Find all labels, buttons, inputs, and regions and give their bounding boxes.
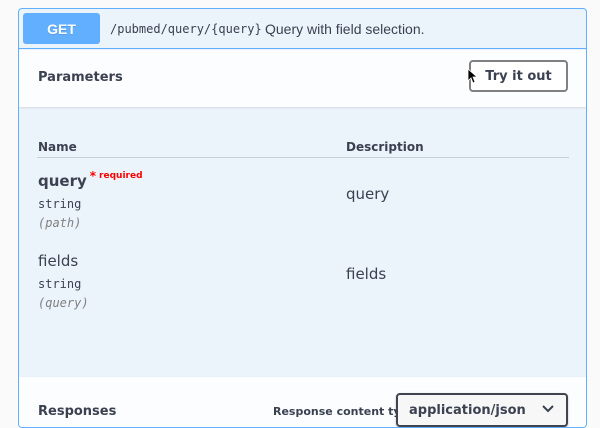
table-header-divider [37, 157, 569, 158]
parameter-location: (query) [38, 296, 89, 310]
required-label: required [99, 171, 143, 181]
parameter-location: (path) [38, 216, 82, 230]
required-star: * [89, 169, 97, 183]
operation-description: Query with field selection. [265, 21, 425, 37]
http-method-badge: GET [23, 13, 100, 44]
mouse-pointer-icon [468, 69, 478, 83]
parameter-description: fields [346, 265, 387, 283]
column-header-description: Description [346, 140, 424, 154]
parameter-type: string [38, 277, 82, 291]
parameter-name: fields [38, 252, 79, 270]
parameter-name: query * required [38, 169, 143, 190]
parameters-header: Parameters Try it out [19, 50, 586, 107]
operation-block: GET /pubmed/query/{query} Query with fie… [18, 8, 587, 428]
parameter-description: query [346, 185, 390, 203]
response-content-type-select[interactable]: application/json [396, 393, 568, 427]
response-content-type-label: Response content type [273, 405, 416, 418]
endpoint-path: /pubmed/query/{query} [110, 22, 262, 36]
operation-summary[interactable]: GET /pubmed/query/{query} Query with fie… [19, 9, 586, 49]
try-it-out-button[interactable]: Try it out [469, 60, 568, 92]
chevron-down-icon [542, 405, 554, 413]
response-content-type-value: application/json [409, 403, 526, 418]
parameter-type: string [38, 197, 82, 211]
column-header-name: Name [38, 140, 77, 154]
parameters-title: Parameters [38, 70, 123, 85]
responses-header: Responses Response content type applicat… [19, 377, 586, 427]
